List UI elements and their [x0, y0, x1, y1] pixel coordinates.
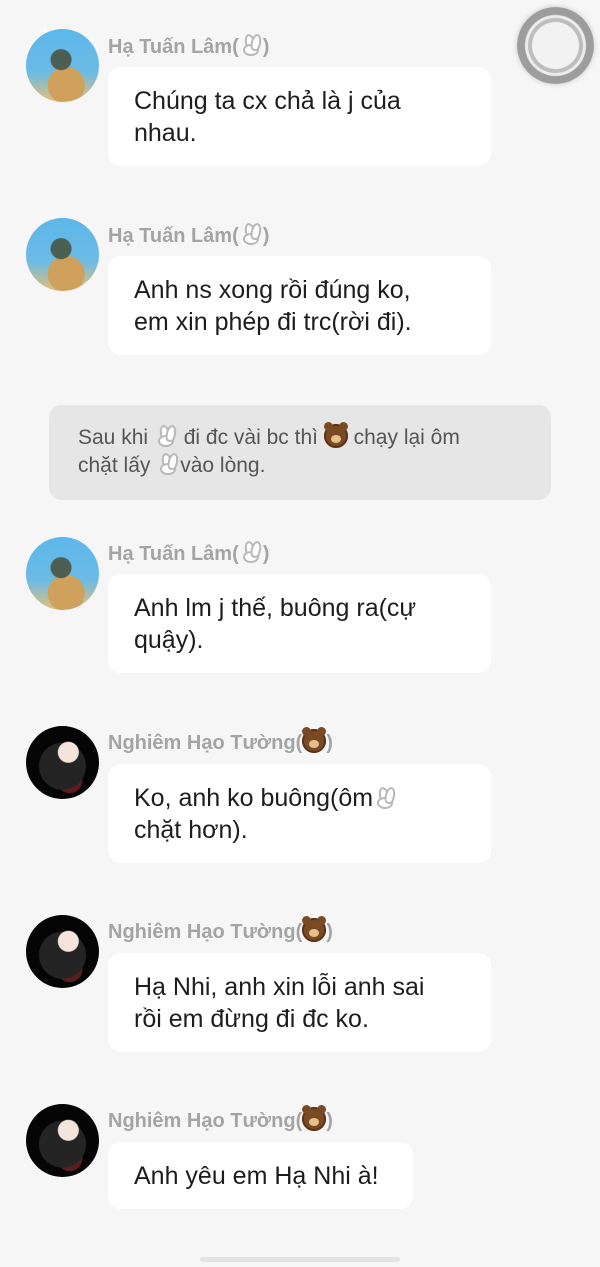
message-line: rồi em đừng đi đc ko. — [134, 1005, 369, 1033]
message-line: Chúng ta cx chả là j của — [134, 87, 401, 115]
sender-name: Hạ Tuấn Lâm() — [108, 222, 269, 248]
message-line: em xin phép đi trc(rời đi). — [134, 308, 412, 336]
sender-name: Nghiêm Hạo Tường() — [108, 916, 333, 944]
avatar-nghiem-hao-tuong[interactable] — [26, 726, 99, 799]
message-bubble[interactable]: Hạ Nhi, anh xin lỗi anh sai rồi em đừng … — [108, 953, 491, 1052]
rabbit-emoji-icon — [239, 33, 263, 57]
avatar-ha-tuan-lam[interactable] — [26, 29, 99, 102]
rabbit-emoji-icon — [373, 786, 397, 810]
message-bubble[interactable]: Ko, anh ko buông(ôm chặt hơn). — [108, 764, 491, 863]
sender-name: Hạ Tuấn Lâm() — [108, 540, 269, 566]
message-line: Anh lm j thế, buông ra(cự — [134, 594, 417, 622]
message-bubble[interactable]: Anh yêu em Hạ Nhi à! — [108, 1142, 413, 1209]
message-line: Anh yêu em Hạ Nhi à! — [134, 1162, 379, 1190]
message-line: Hạ Nhi, anh xin lỗi anh sai — [134, 973, 425, 1001]
sender-name: Nghiêm Hạo Tường() — [108, 727, 333, 755]
rabbit-emoji-icon — [239, 540, 263, 564]
message-line: quậy). — [134, 626, 204, 654]
home-indicator[interactable] — [200, 1257, 400, 1262]
rabbit-emoji-icon — [239, 222, 263, 246]
message-bubble[interactable]: Chúng ta cx chả là j của nhau. — [108, 67, 491, 166]
message-line: Anh ns xong rồi đúng ko, — [134, 276, 411, 304]
message-line: nhau. — [134, 119, 197, 147]
bear-emoji-icon — [302, 727, 327, 753]
bear-emoji-icon — [302, 1105, 327, 1131]
avatar-ha-tuan-lam[interactable] — [26, 218, 99, 291]
message-bubble[interactable]: Anh ns xong rồi đúng ko, em xin phép đi … — [108, 256, 491, 355]
bear-emoji-icon — [323, 422, 348, 448]
avatar-nghiem-hao-tuong[interactable] — [26, 915, 99, 988]
message-bubble[interactable]: Anh lm j thế, buông ra(cự quậy). — [108, 574, 491, 673]
sender-name: Hạ Tuấn Lâm() — [108, 33, 269, 59]
message-line: chặt hơn). — [134, 816, 248, 844]
message-line: Ko, anh ko buông(ôm — [134, 784, 374, 812]
avatar-nghiem-hao-tuong[interactable] — [26, 1104, 99, 1177]
bear-emoji-icon — [302, 916, 327, 942]
floating-assistive-button[interactable] — [517, 7, 594, 84]
rabbit-emoji-icon — [156, 452, 180, 476]
system-note: Sau khi đi đc vài bc thì chạy lại ôm chặ… — [49, 405, 551, 500]
rabbit-emoji-icon — [154, 424, 178, 448]
sender-name: Nghiêm Hạo Tường() — [108, 1105, 333, 1133]
avatar-ha-tuan-lam[interactable] — [26, 537, 99, 610]
